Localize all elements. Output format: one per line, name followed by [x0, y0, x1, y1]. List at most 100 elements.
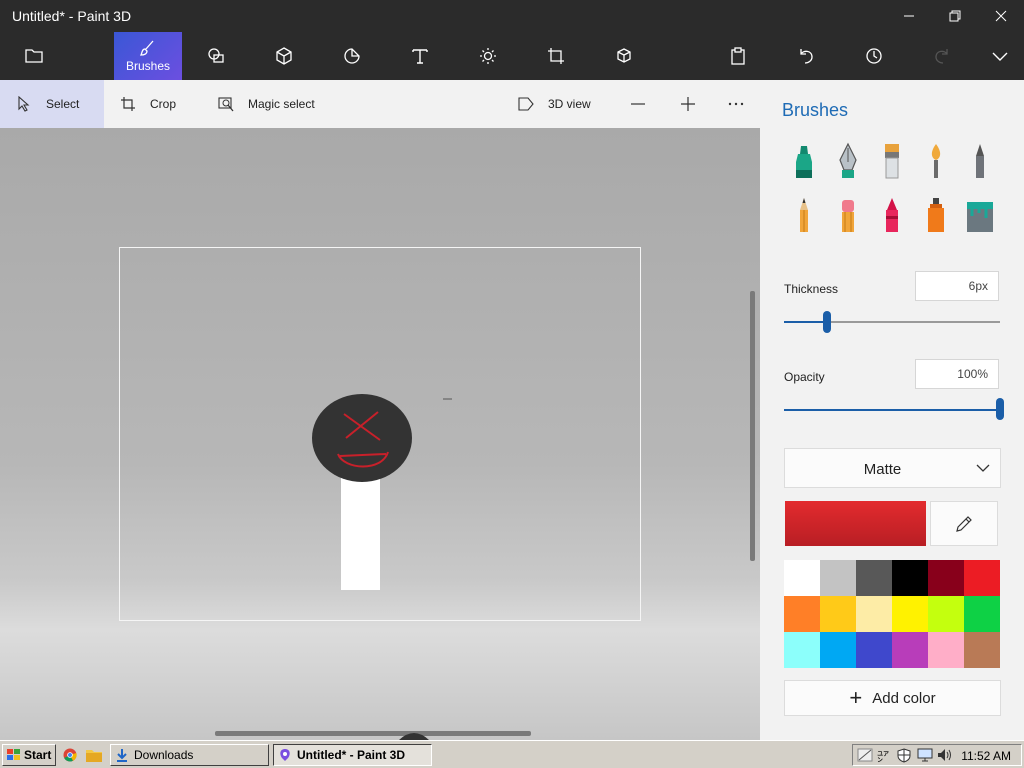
tab-stickers[interactable]: [318, 32, 386, 80]
paste-icon: [731, 47, 745, 65]
vertical-scrollbar[interactable]: [750, 291, 755, 561]
canvas-handle-icon[interactable]: [399, 732, 429, 740]
color-swatch[interactable]: [964, 596, 1000, 632]
color-swatch[interactable]: [964, 560, 1000, 596]
file-explorer-icon[interactable]: [86, 748, 102, 762]
calligraphy-pen-icon[interactable]: [832, 142, 864, 182]
task-paint3d[interactable]: Untitled* - Paint 3D: [273, 744, 432, 766]
opacity-input[interactable]: 100%: [915, 359, 999, 389]
chrome-icon[interactable]: [63, 748, 77, 762]
restore-icon: [949, 10, 961, 22]
tab-brushes-label: Brushes: [125, 59, 171, 73]
volume-icon[interactable]: [937, 748, 953, 762]
ime-icon[interactable]: ㍐: [877, 748, 889, 765]
windows-logo-icon: [7, 749, 20, 760]
drawn-face: [312, 394, 412, 482]
download-arrow-icon: [117, 749, 127, 762]
menu-button[interactable]: [0, 32, 68, 80]
thickness-slider-thumb[interactable]: [823, 311, 831, 333]
restore-button[interactable]: [932, 0, 978, 32]
crop-label: Crop: [150, 97, 177, 111]
color-swatch[interactable]: [928, 596, 964, 632]
add-color-label: Add color: [872, 689, 936, 707]
tab-effects[interactable]: [454, 32, 522, 80]
tab-brushes[interactable]: Brushes: [114, 32, 182, 80]
effects-icon: [480, 48, 496, 64]
color-swatch[interactable]: [928, 560, 964, 596]
security-shield-icon[interactable]: [897, 748, 911, 763]
tab-3d-library[interactable]: [590, 32, 658, 80]
select-button[interactable]: Select: [0, 80, 104, 128]
zoom-out-button[interactable]: [630, 80, 646, 128]
color-swatch[interactable]: [892, 596, 928, 632]
network-icon[interactable]: [857, 748, 873, 762]
tab-3d-shapes[interactable]: [250, 32, 318, 80]
minimize-icon: [904, 15, 914, 17]
magic-select-label: Magic select: [248, 97, 315, 111]
oil-brush-icon[interactable]: [876, 142, 908, 182]
window-title: Untitled* - Paint 3D: [12, 8, 132, 24]
minimize-button[interactable]: [886, 0, 932, 32]
color-swatch[interactable]: [820, 560, 856, 596]
opacity-slider-thumb[interactable]: [996, 398, 1004, 420]
monitor-icon[interactable]: [917, 748, 933, 762]
redo-icon: [935, 49, 948, 64]
thickness-input[interactable]: 6px: [915, 271, 999, 301]
more-options-button[interactable]: [728, 80, 744, 128]
color-swatch[interactable]: [820, 632, 856, 668]
color-swatch[interactable]: [892, 560, 928, 596]
history-button[interactable]: [840, 32, 908, 80]
thickness-slider-track: [827, 321, 1000, 323]
magic-select-button[interactable]: Magic select: [218, 80, 315, 128]
color-swatch[interactable]: [964, 632, 1000, 668]
finish-dropdown[interactable]: Matte: [784, 448, 1001, 488]
horizontal-scrollbar[interactable]: [215, 731, 531, 736]
current-color-swatch[interactable]: [785, 501, 926, 546]
paste-button[interactable]: [704, 32, 772, 80]
tab-text[interactable]: [386, 32, 454, 80]
color-swatch[interactable]: [784, 560, 820, 596]
tab-canvas[interactable]: [522, 32, 590, 80]
crop-button[interactable]: Crop: [120, 80, 176, 128]
3d-view-label: 3D view: [548, 97, 591, 111]
color-swatch[interactable]: [784, 632, 820, 668]
expand-icon: [992, 52, 1008, 61]
expand-button[interactable]: [966, 32, 1024, 80]
tab-2d-shapes[interactable]: [182, 32, 250, 80]
opacity-label: Opacity: [784, 370, 825, 384]
color-swatch[interactable]: [856, 560, 892, 596]
task-downloads[interactable]: Downloads: [110, 744, 269, 766]
menu-folder-icon: [25, 49, 43, 63]
drawn-stick: [341, 478, 380, 590]
close-button[interactable]: [978, 0, 1024, 32]
watercolor-icon[interactable]: [920, 142, 952, 182]
close-icon: [995, 10, 1007, 22]
workspace[interactable]: [0, 128, 760, 740]
color-swatch[interactable]: [892, 632, 928, 668]
more-icon: [728, 102, 744, 106]
eyedropper-icon: [956, 515, 972, 532]
3d-view-icon: [518, 97, 534, 111]
marker-icon[interactable]: [788, 142, 820, 182]
color-swatch[interactable]: [856, 596, 892, 632]
pencil-icon[interactable]: [788, 196, 820, 236]
eyedropper-button[interactable]: [930, 501, 998, 546]
crayon-icon[interactable]: [876, 196, 908, 236]
color-swatch[interactable]: [928, 632, 964, 668]
opacity-slider-fill: [784, 409, 1000, 411]
add-color-button[interactable]: + Add color: [784, 680, 1001, 716]
pixel-pen-icon[interactable]: [964, 142, 996, 182]
3d-view-button[interactable]: 3D view: [518, 80, 591, 128]
spray-can-icon[interactable]: [920, 196, 952, 236]
color-swatch[interactable]: [856, 632, 892, 668]
color-swatch[interactable]: [820, 596, 856, 632]
fill-bucket-icon[interactable]: [964, 196, 996, 236]
zoom-in-button[interactable]: [680, 80, 696, 128]
color-swatch[interactable]: [784, 596, 820, 632]
task-downloads-label: Downloads: [134, 748, 194, 762]
3d-library-icon: [617, 48, 631, 63]
undo-button[interactable]: [772, 32, 840, 80]
eraser-icon[interactable]: [832, 196, 864, 236]
taskbar: Start Downloads Untitled* - Paint 3D ㍐ 1…: [0, 740, 1024, 768]
start-button[interactable]: Start: [2, 744, 56, 766]
